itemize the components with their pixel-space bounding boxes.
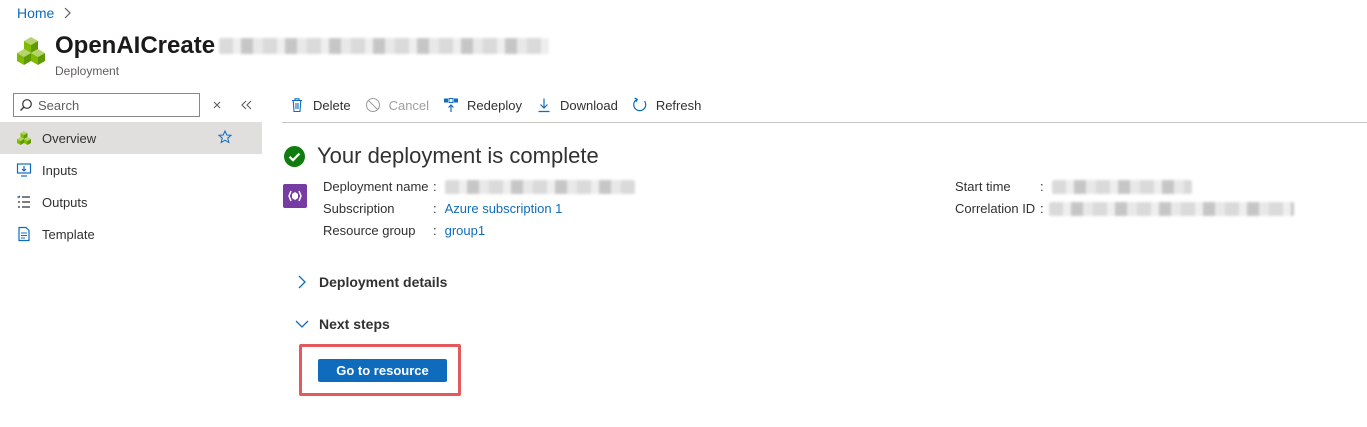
start-time-label: Start time [955,179,1011,194]
redeploy-button-label: Redeploy [467,97,522,113]
sidebar-search-row [0,88,262,122]
resource-group-link[interactable]: group1 [445,220,485,242]
download-button-label: Download [559,97,618,113]
cancel-icon [365,97,380,113]
deployment-details-left: Deployment name : Subscription : Azure s… [323,176,635,242]
sidebar-item-outputs[interactable]: Outputs [0,186,262,218]
field-separator: : [433,179,437,194]
subscription-row: Subscription : Azure subscription 1 [323,198,635,220]
trash-icon [292,98,302,113]
go-to-resource-button[interactable]: Go to resource [318,359,447,382]
sidebar-item-label: Template [42,226,95,242]
breadcrumb: Home [17,5,72,21]
cancel-button-label: Cancel [388,97,430,113]
resource-group-row: Resource group : group1 [323,220,635,242]
sidebar: Overview Inputs Outputs Template [0,88,262,250]
field-separator: : [1040,179,1044,194]
redacted-title-suffix [219,38,550,54]
clear-search-button[interactable] [208,96,226,114]
inputs-icon [16,163,32,177]
redeploy-icon [444,98,459,112]
start-time-row: Start time : [955,176,1294,198]
cubes-icon [17,131,31,145]
correlation-id-row: Correlation ID : [955,198,1294,220]
delete-button[interactable]: Delete [289,97,351,113]
close-icon [213,101,221,109]
double-chevron-left-icon [241,100,252,110]
sidebar-item-label: Overview [42,130,97,146]
deployment-name-row: Deployment name : [323,176,635,198]
sidebar-item-template[interactable]: Template [0,218,262,250]
command-bar: Delete Cancel Redeploy Download Refresh [282,88,1367,123]
search-box[interactable] [13,93,200,117]
deployment-details-toggle[interactable]: Deployment details [295,274,447,290]
page-subtitle: Deployment [55,64,120,78]
redacted-correlation-id [1048,202,1294,216]
field-separator: : [1040,201,1044,216]
delete-button-label: Delete [313,97,351,113]
redeploy-button[interactable]: Redeploy [443,97,522,113]
download-button[interactable]: Download [536,97,618,113]
redacted-start-time [1051,180,1192,194]
chevron-right-icon [64,7,72,19]
chevron-right-icon [298,275,306,289]
page-header: OpenAICreate Deployment [16,32,550,78]
chevron-down-icon [295,320,309,328]
sidebar-item-label: Inputs [42,162,78,178]
deployment-status: Your deployment is complete [284,143,599,169]
outputs-icon [17,195,30,208]
sidebar-item-inputs[interactable]: Inputs [0,154,262,186]
status-title: Your deployment is complete [317,143,599,168]
search-icon [20,99,32,111]
refresh-icon [632,97,647,112]
deployment-name-label: Deployment name [323,179,429,194]
collapse-sidebar-button[interactable] [238,96,256,114]
refresh-button-label: Refresh [655,97,702,113]
field-separator: : [433,201,437,216]
success-check-icon [284,145,305,167]
cubes-icon [17,37,45,65]
star-favorite-icon[interactable] [218,130,232,144]
field-separator: : [433,223,437,238]
refresh-button[interactable]: Refresh [632,97,702,113]
search-input[interactable] [38,97,188,113]
sidebar-item-overview[interactable]: Overview [0,122,262,154]
download-icon [538,98,550,113]
page-title: OpenAICreate [55,32,550,60]
sidebar-item-label: Outputs [42,194,88,210]
cancel-button[interactable]: Cancel [365,97,429,113]
deployment-details-right: Start time : Correlation ID : [955,176,1294,220]
correlation-id-label: Correlation ID [955,201,1036,216]
subscription-label: Subscription [323,201,395,216]
template-icon [18,226,30,242]
next-steps-toggle[interactable]: Next steps [295,316,390,332]
deployment-icon [283,184,307,208]
resource-group-label: Resource group [323,223,416,238]
next-steps-heading: Next steps [319,316,390,332]
redacted-deployment-name [444,180,635,194]
breadcrumb-home-link[interactable]: Home [17,5,54,21]
subscription-link[interactable]: Azure subscription 1 [445,198,563,220]
page-title-text: OpenAICreate [55,32,216,59]
deployment-details-heading: Deployment details [319,274,448,290]
